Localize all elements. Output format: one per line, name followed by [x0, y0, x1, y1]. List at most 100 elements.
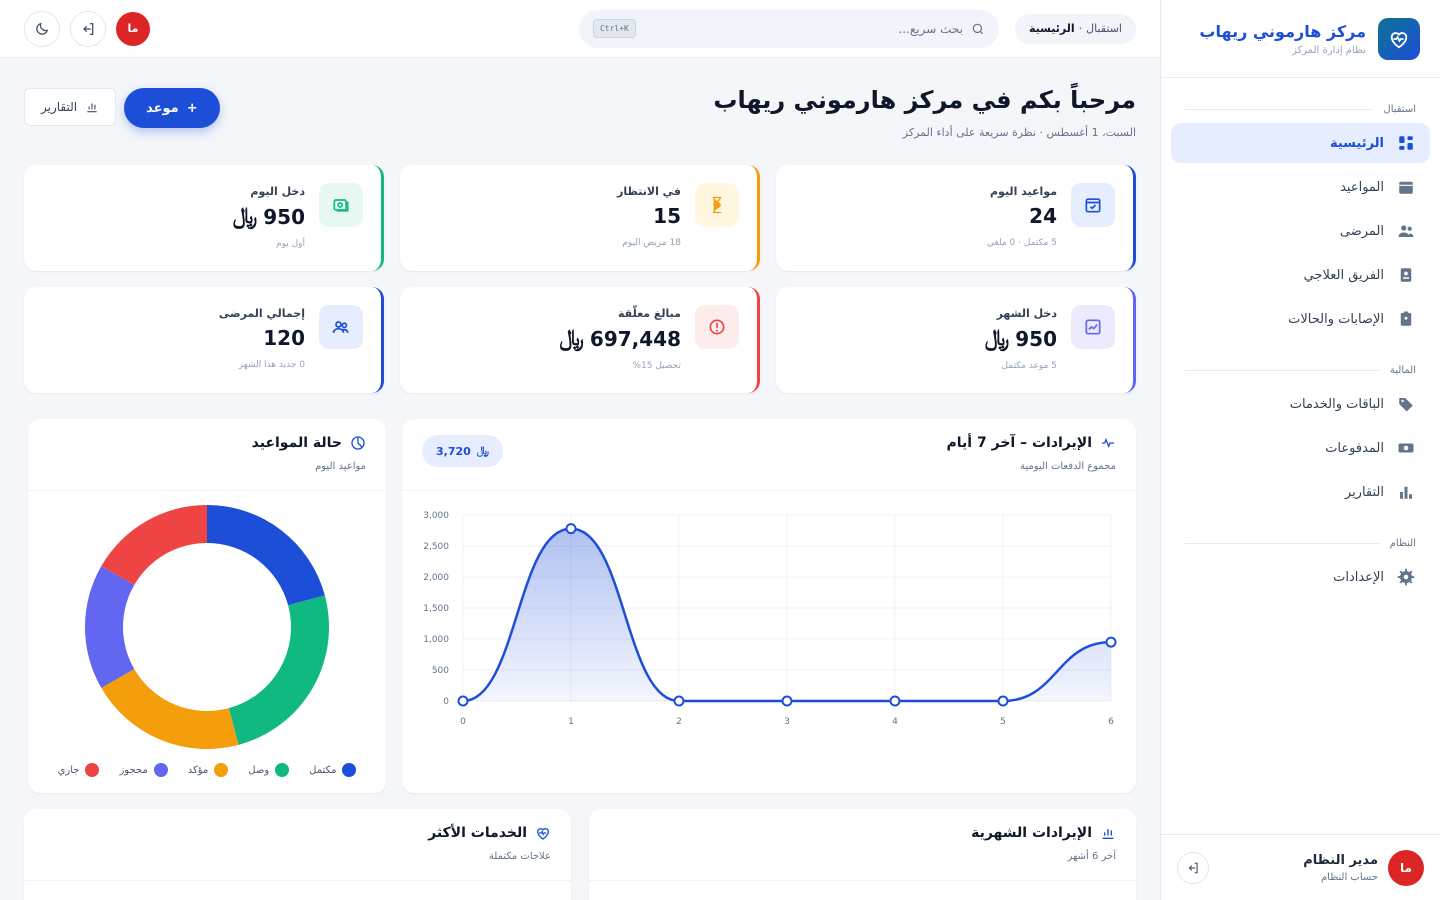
- stat-note: 18 مريض اليوم: [622, 238, 681, 248]
- stat-note: 5 مكتمل · 0 ملغي: [987, 238, 1057, 248]
- search-icon: [972, 23, 984, 34]
- stat-value: 697,448: [589, 326, 681, 351]
- stat-note: أول يوم: [276, 239, 305, 249]
- sidebar-item-label: الباقات والخدمات: [1289, 396, 1384, 412]
- hourglass-icon: [695, 183, 739, 227]
- breadcrumb-parent[interactable]: استقبال: [1086, 22, 1122, 35]
- trend-up-icon: [1071, 305, 1115, 349]
- stat-card[interactable]: دخل اليوم 950 ﷼ أول يوم: [24, 165, 384, 271]
- monthly-revenue-subtitle: آخر 6 أشهر: [1067, 851, 1117, 862]
- bar-chart-icon: [1102, 829, 1114, 839]
- sidebar: مركز هارموني ريهاب نظام إدارة المركز است…: [1160, 0, 1440, 900]
- stat-label: مبالغ معلّقة: [617, 307, 681, 320]
- top-avatar[interactable]: ما: [116, 11, 150, 46]
- divider: [1185, 109, 1374, 110]
- donut-slice[interactable]: [101, 669, 239, 749]
- currency-symbol: ﷼: [232, 204, 258, 229]
- legend-item[interactable]: محجوز: [119, 763, 168, 777]
- x-tick-label: 1: [568, 717, 574, 727]
- sidebar-item[interactable]: المواعيد: [1171, 167, 1430, 207]
- legend-item[interactable]: مؤكد: [188, 763, 229, 777]
- donut-slice[interactable]: [85, 566, 135, 688]
- nav-section-title: المالية: [1161, 365, 1440, 376]
- gear-icon: [1396, 567, 1416, 587]
- divider: [1185, 543, 1380, 544]
- stat-value-wrap: 697,448 ﷼: [560, 326, 681, 351]
- revenue-line-chart: 0 500 1,000 1,500 2,000 2,500 3,000 0 1 2 3 4 5 6: [423, 511, 1117, 727]
- bar-chart-icon: [87, 103, 97, 113]
- stat-card[interactable]: في الانتظار 15 18 مريض اليوم: [400, 165, 760, 271]
- topbar: استقبال · الرئيسية بحث سريع... Ctrl+K ما: [0, 0, 1160, 58]
- pie-chart-icon: [351, 436, 365, 450]
- nav-section-label: النظام: [1389, 538, 1416, 549]
- status-chart-card: حالة المواعيد مواعيد اليوم مكتمل وصل مؤكد م…: [28, 419, 386, 793]
- sidebar-item-label: المرضى: [1339, 223, 1384, 239]
- donut-slice[interactable]: [101, 505, 207, 585]
- status-donut-chart: [85, 505, 329, 749]
- sidebar-item-label: المواعيد: [1340, 179, 1384, 195]
- legend-swatch: [85, 763, 100, 777]
- nav-section-label: المالية: [1389, 365, 1416, 376]
- currency-symbol: ﷼: [984, 326, 1010, 351]
- stat-card[interactable]: إجمالي المرضى 120 0 جديد هذا الشهر: [24, 287, 384, 393]
- legend-item[interactable]: جاري: [58, 763, 100, 777]
- pulse-icon: [1102, 437, 1114, 449]
- sidebar-item-label: الفريق العلاجي: [1303, 267, 1384, 283]
- users-icon: [319, 305, 363, 349]
- id-badge-icon: [1396, 265, 1416, 285]
- legend-item[interactable]: مكتمل: [309, 763, 357, 777]
- nav-section: المالية الباقات والخدمات المدفوعات التقارير: [1161, 365, 1440, 512]
- alert-icon: [695, 305, 739, 349]
- donut-slice[interactable]: [207, 505, 325, 606]
- brand: مركز هارموني ريهاب نظام إدارة المركز: [1161, 0, 1440, 78]
- stat-card[interactable]: مواعيد اليوم 24 5 مكتمل · 0 ملغي: [776, 165, 1136, 271]
- data-point: [457, 695, 469, 707]
- currency-symbol: ﷼: [476, 444, 489, 457]
- stat-card[interactable]: دخل الشهر 950 ﷼ 5 موعد مكتمل: [776, 287, 1136, 393]
- clipboard-icon: [1396, 309, 1416, 329]
- top-services-title: الخدمات الأكثر: [428, 825, 527, 841]
- money-icon: [319, 183, 363, 227]
- logout-icon: [83, 22, 94, 35]
- sidebar-item[interactable]: الإصابات والحالات: [1171, 299, 1430, 339]
- sidebar-item[interactable]: المرضى: [1171, 211, 1430, 251]
- y-tick-label: 3,000: [423, 511, 449, 521]
- logout-top-button[interactable]: [70, 10, 106, 47]
- stat-card[interactable]: مبالغ معلّقة 697,448 ﷼ تحصيل 15%: [400, 287, 760, 393]
- main-content: مرحباً بكم في مركز هارموني ريهاب السبت، …: [24, 58, 1136, 900]
- user-avatar[interactable]: ما: [1388, 849, 1424, 886]
- donut-slice[interactable]: [228, 595, 329, 745]
- legend-label: جاري: [57, 764, 80, 776]
- sidebar-item[interactable]: الإعدادات: [1171, 557, 1430, 597]
- x-tick-label: 6: [1108, 717, 1114, 727]
- revenue-total-badge: ﷼ 3,720: [422, 435, 503, 467]
- x-tick-label: 4: [892, 717, 898, 727]
- search-bar[interactable]: بحث سريع... Ctrl+K: [578, 9, 999, 48]
- sidebar-item-label: الإعدادات: [1333, 569, 1384, 585]
- status-chart-title: حالة المواعيد: [251, 435, 342, 451]
- stat-value-wrap: 120: [219, 326, 305, 350]
- theme-toggle-button[interactable]: [24, 10, 60, 47]
- data-point: [1105, 636, 1117, 648]
- stat-value: 120: [263, 326, 305, 350]
- search-input[interactable]: بحث سريع...: [644, 22, 963, 36]
- sidebar-item[interactable]: الباقات والخدمات: [1171, 384, 1430, 424]
- data-point: [673, 695, 685, 707]
- breadcrumb: استقبال · الرئيسية: [1014, 13, 1136, 44]
- legend-label: محجوز: [119, 764, 148, 776]
- sidebar-item[interactable]: الرئيسية: [1171, 123, 1430, 163]
- sidebar-item[interactable]: التقارير: [1171, 472, 1430, 512]
- legend-item[interactable]: وصل: [248, 763, 290, 777]
- logout-button[interactable]: [1177, 851, 1209, 884]
- page-title: مرحباً بكم في مركز هارموني ريهاب: [713, 86, 1136, 114]
- calendar-icon: [1396, 177, 1416, 197]
- monthly-revenue-card: الخدمات الأكثر علاجات مكتملة: [24, 809, 571, 900]
- reports-button[interactable]: التقارير: [24, 88, 117, 126]
- sidebar-item[interactable]: المدفوعات: [1171, 428, 1430, 468]
- nav-section: النظام الإعدادات: [1161, 538, 1440, 597]
- topbar-actions: ما: [24, 10, 150, 47]
- top-services-card: الإيرادات الشهرية آخر 6 أشهر: [589, 809, 1136, 900]
- stat-value-wrap: 950 ﷼: [233, 204, 305, 229]
- new-appointment-button[interactable]: + موعد: [124, 88, 220, 128]
- sidebar-item[interactable]: الفريق العلاجي: [1171, 255, 1430, 295]
